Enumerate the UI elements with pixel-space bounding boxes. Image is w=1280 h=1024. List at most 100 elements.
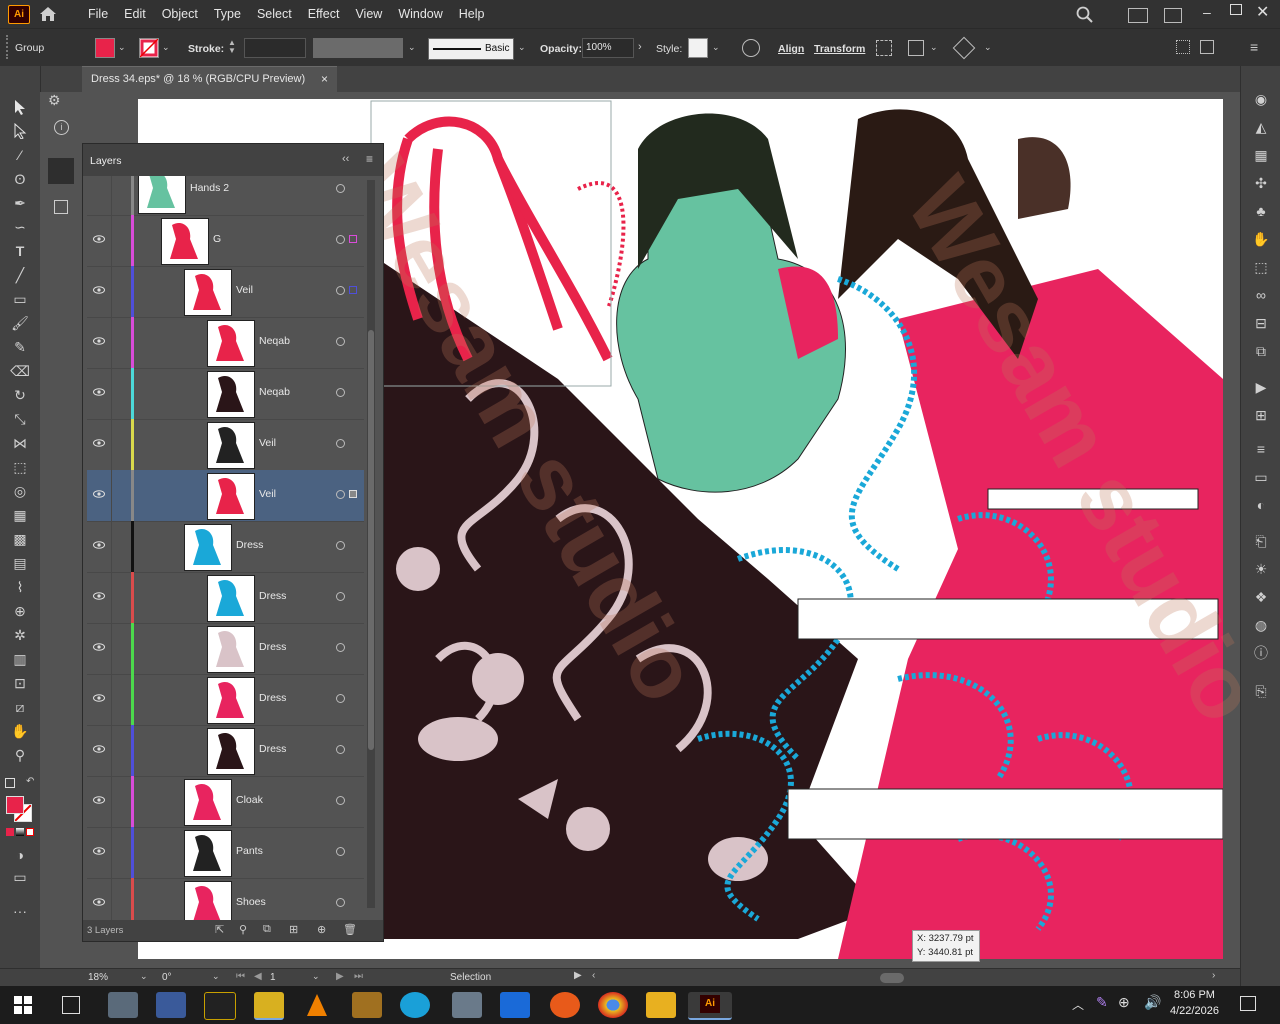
default-colors-icon[interactable] — [5, 778, 15, 788]
pathfinder-icon[interactable]: ⧉ — [1249, 340, 1273, 362]
paintbrush-icon[interactable]: 🖌 — [8, 312, 32, 334]
layer-name[interactable]: Neqab — [259, 335, 290, 347]
brushes-icon[interactable]: ✣ — [1249, 172, 1273, 194]
zoom-tool-icon[interactable]: ⚲ — [8, 744, 32, 766]
firefox-icon[interactable] — [550, 992, 580, 1018]
layer-row[interactable]: ›Veil — [87, 470, 364, 522]
lock-column[interactable] — [111, 470, 112, 521]
document-info-icon[interactable]: ⎘ — [1249, 680, 1273, 702]
curvature-tool-icon[interactable]: ∽ — [8, 216, 32, 238]
grid-options-icon[interactable] — [1176, 40, 1190, 54]
transform-panel-icon[interactable]: ⬚ — [1249, 256, 1273, 278]
target-circle-icon[interactable] — [336, 592, 345, 601]
swatches-icon[interactable]: ▦ — [1249, 144, 1273, 166]
gradient-mode-icon[interactable] — [16, 828, 24, 836]
magic-wand-icon[interactable]: ⁄ — [8, 144, 32, 166]
drawing-modes-icon[interactable]: ◑ — [8, 844, 32, 866]
rotation-dropdown-icon[interactable]: ⌄ — [212, 971, 220, 982]
app-icon-photos[interactable] — [108, 992, 138, 1018]
selection-indicator[interactable] — [349, 286, 357, 294]
layer-row[interactable]: ›Dress — [87, 623, 364, 675]
layer-name[interactable]: Veil — [236, 284, 253, 296]
transform-each-icon[interactable] — [952, 36, 976, 60]
volume-icon[interactable]: 🔊 — [1144, 994, 1161, 1011]
lock-column[interactable] — [111, 725, 112, 776]
scroll-left-icon[interactable]: ‹ — [592, 970, 595, 981]
stroke-weight-field[interactable] — [244, 38, 306, 58]
visibility-eye-icon[interactable] — [93, 641, 105, 653]
lock-column[interactable] — [111, 572, 112, 623]
app-icon-game[interactable] — [352, 992, 382, 1018]
slice-tool-icon[interactable]: ⧄ — [8, 696, 32, 718]
layer-row[interactable]: ›Neqab — [87, 368, 364, 420]
layer-row[interactable]: ⌄G — [87, 215, 364, 267]
artboards-tab-icon[interactable] — [54, 200, 68, 214]
visibility-eye-icon[interactable] — [93, 233, 105, 245]
artboards-panel-icon[interactable]: ⊞ — [1249, 404, 1273, 426]
prev-artboard-icon[interactable]: ◀ — [254, 971, 262, 982]
lock-column[interactable] — [111, 419, 112, 470]
transform-dropdown-icon[interactable]: ⌄ — [984, 42, 992, 53]
lasso-icon[interactable]: ʘ — [8, 168, 32, 190]
visibility-eye-icon[interactable] — [93, 743, 105, 755]
target-circle-icon[interactable] — [336, 490, 345, 499]
target-circle-icon[interactable] — [336, 337, 345, 346]
layer-row[interactable]: ›Dress — [87, 572, 364, 624]
windows-start-icon[interactable] — [14, 996, 32, 1017]
recolor-artwork-icon[interactable] — [742, 39, 760, 57]
stroke-stepper[interactable]: ▲ ▼ — [228, 39, 236, 55]
layer-name[interactable]: Dress — [259, 692, 286, 704]
layers-menu-icon[interactable]: ≡ — [366, 152, 373, 166]
profile-dropdown-icon[interactable]: ⌄ — [408, 42, 416, 53]
none-mode-icon[interactable] — [26, 828, 34, 836]
lock-column[interactable] — [111, 623, 112, 674]
visibility-eye-icon[interactable] — [93, 590, 105, 602]
lock-column[interactable] — [111, 317, 112, 368]
layers-scrollbar[interactable] — [367, 180, 375, 908]
menu-help[interactable]: Help — [451, 0, 493, 28]
search-icon[interactable] — [1076, 6, 1094, 27]
menu-edit[interactable]: Edit — [116, 0, 154, 28]
width-tool-icon[interactable]: ⋈ — [8, 432, 32, 454]
horizontal-scroll-thumb[interactable] — [880, 973, 904, 983]
menu-type[interactable]: Type — [206, 0, 249, 28]
menu-file[interactable]: File — [80, 0, 116, 28]
app-icon-studio[interactable] — [204, 992, 236, 1020]
variable-width-profile[interactable] — [313, 38, 403, 58]
zoom-dropdown-icon[interactable]: ⌄ — [140, 971, 148, 982]
appearance-icon[interactable]: ☀ — [1249, 558, 1273, 580]
eraser-icon[interactable]: ⌫ — [8, 360, 32, 382]
fill-swatch[interactable] — [95, 38, 115, 58]
layer-row[interactable]: ›Shoes — [87, 878, 364, 920]
shaper-tool-icon[interactable]: ✎ — [8, 336, 32, 358]
direct-selection-tool-icon[interactable] — [8, 120, 32, 142]
visibility-eye-icon[interactable] — [93, 437, 105, 449]
layer-name[interactable]: Dress — [236, 539, 263, 551]
screen-mode-icon[interactable]: ▭ — [8, 866, 32, 888]
next-artboard-icon[interactable]: ▶ — [336, 971, 344, 982]
envelope-dropdown-icon[interactable]: ⌄ — [930, 42, 938, 53]
eyedropper-icon[interactable]: ⌇ — [8, 576, 32, 598]
libraries-icon[interactable]: ◍ — [1249, 614, 1273, 636]
fill-color-icon[interactable] — [6, 796, 24, 814]
visibility-eye-icon[interactable] — [93, 539, 105, 551]
target-circle-icon[interactable] — [336, 847, 345, 856]
brush-definition[interactable]: Basic — [428, 38, 514, 60]
target-circle-icon[interactable] — [336, 541, 345, 550]
chrome-icon[interactable] — [598, 992, 628, 1018]
envelope-icon[interactable] — [908, 40, 924, 56]
visibility-eye-icon[interactable] — [93, 335, 105, 347]
illustrator-taskbar-icon[interactable]: Ai — [688, 992, 732, 1020]
rotate-tool-icon[interactable]: ↻ — [8, 384, 32, 406]
new-layer-icon[interactable]: ⊕ — [317, 923, 326, 936]
lock-column[interactable] — [111, 878, 112, 920]
opacity-arrow-icon[interactable]: › — [638, 41, 642, 53]
pen-tool-icon[interactable]: ✒ — [8, 192, 32, 214]
network-icon[interactable]: ⊕ — [1118, 994, 1130, 1011]
actions-icon[interactable]: ▶ — [1249, 376, 1273, 398]
links-icon[interactable]: ∞ — [1249, 284, 1273, 306]
layer-row[interactable]: ›Veil — [87, 419, 364, 471]
selection-indicator[interactable] — [349, 235, 357, 243]
layer-name[interactable]: Veil — [259, 437, 276, 449]
layer-name[interactable]: Hands 2 — [190, 182, 229, 194]
